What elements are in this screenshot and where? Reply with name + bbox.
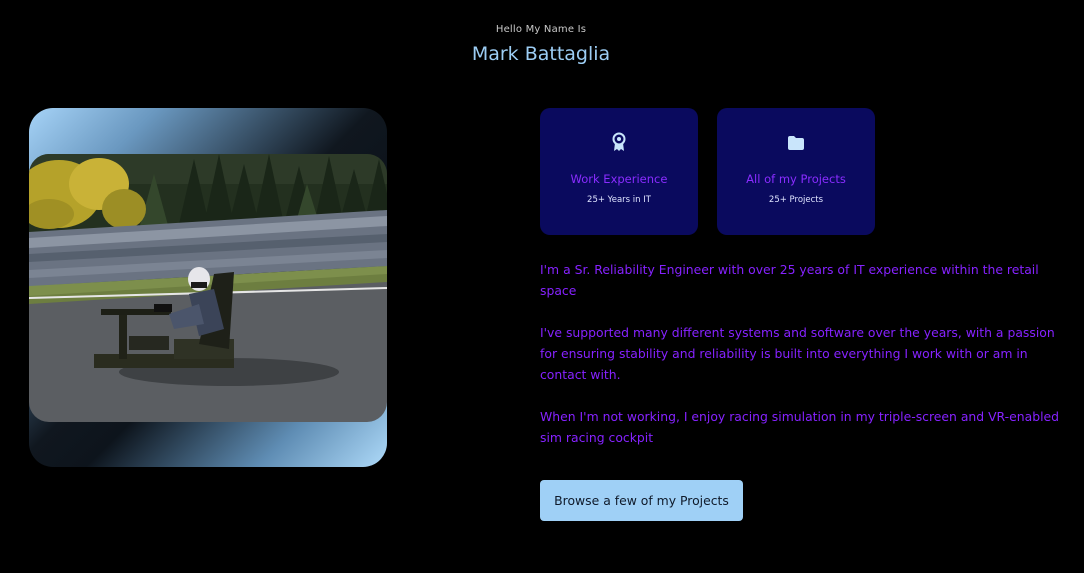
greeting-text: Hello My Name Is	[495, 24, 587, 35]
folder-icon	[717, 132, 875, 154]
about-section: Hello My Name Is Mark Battaglia Work Exp…	[0, 0, 1084, 573]
award-ribbon-icon	[540, 132, 698, 154]
photo-frame	[29, 108, 387, 467]
browse-projects-button[interactable]: Browse a few of my Projects	[540, 480, 743, 521]
card-subtitle: 25+ Years in IT	[587, 195, 651, 205]
card-title: All of my Projects	[746, 172, 846, 186]
about-paragraph: When I'm not working, I enjoy racing sim…	[540, 409, 1060, 445]
projects-card[interactable]: All of my Projects 25+ Projects	[717, 108, 875, 235]
page-title: Mark Battaglia	[471, 43, 611, 65]
card-title: Work Experience	[570, 172, 668, 186]
about-paragraph: I've supported many different systems an…	[540, 325, 1055, 382]
profile-photo	[29, 154, 387, 422]
about-paragraph: I'm a Sr. Reliability Engineer with over…	[540, 262, 1039, 298]
work-experience-card[interactable]: Work Experience 25+ Years in IT	[540, 108, 698, 235]
card-subtitle: 25+ Projects	[768, 195, 824, 205]
